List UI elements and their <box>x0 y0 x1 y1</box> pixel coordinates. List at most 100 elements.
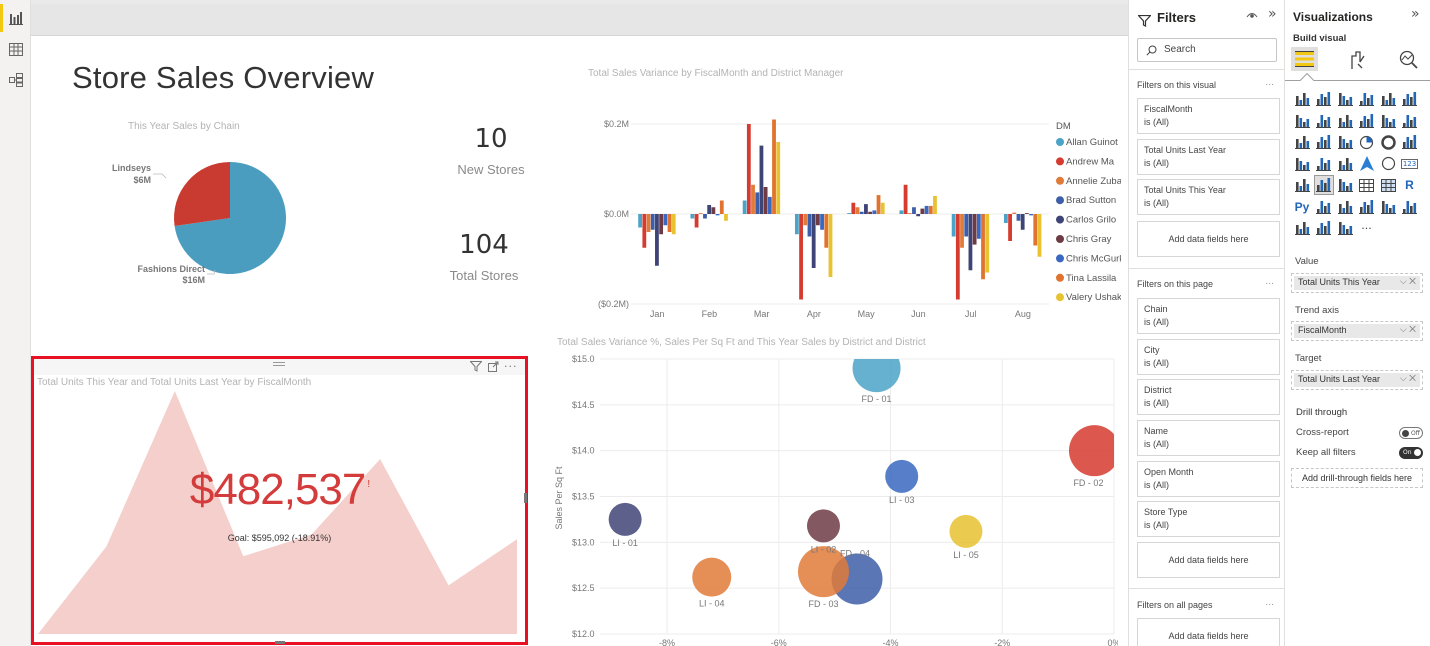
100-stacked-column-visual-icon[interactable] <box>1401 90 1419 108</box>
power-apps-visual-icon[interactable] <box>1293 219 1311 237</box>
funnel-visual-icon[interactable] <box>1315 133 1333 151</box>
legend-marker-brad-sutton[interactable] <box>1056 196 1064 205</box>
target-well[interactable]: Total Units Last Year ⌵ ✕ <box>1291 370 1423 390</box>
bar-may-carlos-grilo[interactable] <box>864 204 868 214</box>
bar-feb-allan-guinot[interactable] <box>690 214 695 219</box>
clustered-column-visual-icon[interactable] <box>1358 90 1376 108</box>
bar-jun-annelie-zubar[interactable] <box>907 213 912 214</box>
legend-item-annelie-zubar[interactable]: Annelie Zubar <box>1066 176 1121 187</box>
resize-handle-bottom[interactable] <box>275 641 285 644</box>
bar-jan-valery-ushakov[interactable] <box>671 214 676 235</box>
shape-map-visual-icon[interactable] <box>1336 155 1354 173</box>
slicer-visual-icon[interactable] <box>1336 176 1354 194</box>
filter-card-name[interactable]: Name is (All) <box>1137 420 1280 456</box>
matrix-visual-icon[interactable] <box>1379 176 1397 194</box>
chevron-down-icon[interactable]: ⌵ ✕ <box>1400 276 1416 287</box>
chevron-down-icon[interactable]: ⌵ ✕ <box>1400 324 1416 335</box>
build-visual-tab[interactable] <box>1291 47 1318 71</box>
bar-aug-andrew-ma[interactable] <box>1008 214 1012 241</box>
value-well[interactable]: Total Units This Year ⌵ ✕ <box>1291 273 1423 293</box>
multi-row-card-visual-icon[interactable] <box>1293 176 1311 194</box>
bar-apr-andrew-ma[interactable] <box>799 214 803 300</box>
bar-aug-allan-guinot[interactable] <box>1003 214 1008 223</box>
bar-may-andrew-ma[interactable] <box>851 202 856 214</box>
legend-marker-andrew-ma[interactable] <box>1056 157 1064 166</box>
bar-apr-brad-sutton[interactable] <box>807 214 812 237</box>
line-and-clustered-column-visual-icon[interactable] <box>1379 112 1397 130</box>
bar-apr-valery-ushakov[interactable] <box>828 214 833 277</box>
keep-all-filters-toggle[interactable]: On <box>1399 447 1423 459</box>
bar-feb-chris-mcgurk[interactable] <box>715 214 720 216</box>
bar-jul-valery-ushakov[interactable] <box>985 214 990 273</box>
filters-on-all-pages-more[interactable]: ... <box>1265 598 1274 608</box>
filter-card-total-units-this-year[interactable]: Total Units This Year is (All) <box>1137 179 1280 215</box>
bar-mar-allan-guinot[interactable] <box>742 200 747 215</box>
stacked-area-visual-icon[interactable] <box>1336 112 1354 130</box>
ribbon-visual-icon[interactable] <box>1401 112 1419 130</box>
bar-feb-carlos-grilo[interactable] <box>707 205 712 214</box>
bar-feb-brad-sutton[interactable] <box>703 214 707 219</box>
bar-mar-valery-ushakov[interactable] <box>776 142 781 214</box>
chevron-down-icon[interactable]: ⌵ ✕ <box>1400 373 1416 384</box>
bar-may-chris-mcgurk[interactable] <box>872 210 877 214</box>
stacked-column-visual-icon[interactable] <box>1315 90 1333 108</box>
legend-item-chris-gray[interactable]: Chris Gray <box>1066 234 1112 245</box>
format-visual-tab[interactable] <box>1348 50 1366 74</box>
bar-may-valery-ushakov[interactable] <box>880 202 885 214</box>
bar-jan-chris-mcgurk[interactable] <box>663 214 668 226</box>
bar-mar-carlos-grilo[interactable] <box>759 145 764 214</box>
line-and-stacked-column-visual-icon[interactable] <box>1358 112 1376 130</box>
filled-map-visual-icon[interactable] <box>1315 155 1333 173</box>
smart-narrative-visual-icon[interactable] <box>1379 198 1397 216</box>
target-field-pill[interactable]: Total Units Last Year <box>1298 374 1380 384</box>
data-view-button[interactable] <box>0 33 31 65</box>
kpi-visual[interactable]: ··· Total Units This Year and Total Unit… <box>31 356 528 645</box>
bar-jul-carlos-grilo[interactable] <box>968 214 973 271</box>
waterfall-visual-icon[interactable] <box>1293 133 1311 151</box>
trend-axis-well[interactable]: FiscalMonth ⌵ ✕ <box>1291 321 1423 341</box>
bar-mar-tina-lassila[interactable] <box>772 119 776 215</box>
pie-visual-icon[interactable] <box>1358 133 1376 151</box>
bar-jun-carlos-grilo[interactable] <box>916 214 921 217</box>
filter-card-chain[interactable]: Chain is (All) <box>1137 298 1280 334</box>
stacked-bar-visual-icon[interactable] <box>1293 90 1311 108</box>
bar-apr-tina-lassila[interactable] <box>824 214 829 248</box>
bar-jul-annelie-zubar[interactable] <box>960 214 964 248</box>
pie-chart[interactable]: Lindseys $6M Fashions Direct $16M <box>91 136 311 296</box>
legend-item-valery-ushakov[interactable]: Valery Ushakov <box>1066 292 1121 303</box>
bar-feb-valery-ushakov[interactable] <box>724 214 728 221</box>
bar-aug-valery-ushakov[interactable] <box>1037 214 1042 257</box>
bar-aug-chris-gray[interactable] <box>1024 213 1029 214</box>
card-visual-icon[interactable]: 123 <box>1400 155 1419 173</box>
legend-marker-annelie-zubar[interactable] <box>1056 176 1064 185</box>
clustered-bar-visual-icon[interactable] <box>1336 90 1354 108</box>
bar-jul-chris-mcgurk[interactable] <box>976 214 981 239</box>
metrics-visual-icon[interactable] <box>1336 219 1354 237</box>
more-visual-icon[interactable]: ··· <box>1358 219 1376 237</box>
bar-jul-allan-guinot[interactable] <box>951 214 956 237</box>
trend-axis-field-pill[interactable]: FiscalMonth <box>1298 325 1347 335</box>
bar-jan-andrew-ma[interactable] <box>642 214 647 248</box>
eye-icon[interactable] <box>1246 10 1258 23</box>
scatter-point-fd-02[interactable] <box>1068 425 1118 477</box>
bar-jul-chris-gray[interactable] <box>972 214 977 245</box>
bar-jan-carlos-grilo[interactable] <box>655 214 659 266</box>
gauge-visual-icon[interactable] <box>1379 155 1397 173</box>
report-view-button[interactable] <box>0 2 31 34</box>
bar-mar-annelie-zubar[interactable] <box>751 184 755 214</box>
filters-on-visual-more[interactable]: ... <box>1265 78 1274 88</box>
model-view-button[interactable] <box>0 64 31 96</box>
bar-jun-tina-lassila[interactable] <box>928 205 933 214</box>
bar-aug-tina-lassila[interactable] <box>1033 214 1038 246</box>
bar-jan-tina-lassila[interactable] <box>667 214 672 232</box>
bar-jun-chris-mcgurk[interactable] <box>924 205 929 214</box>
decomposition-tree-visual-icon[interactable] <box>1336 198 1354 216</box>
bar-feb-andrew-ma[interactable] <box>694 214 699 228</box>
filter-card-city[interactable]: City is (All) <box>1137 339 1280 375</box>
scatter-point-li-05[interactable] <box>949 514 983 548</box>
bar-jan-annelie-zubar[interactable] <box>646 214 651 232</box>
legend-item-brad-sutton[interactable]: Brad Sutton <box>1066 195 1116 206</box>
bar-aug-annelie-zubar[interactable] <box>1012 212 1017 214</box>
scatter-point-li-03[interactable] <box>885 459 919 493</box>
bar-aug-chris-mcgurk[interactable] <box>1029 214 1033 216</box>
